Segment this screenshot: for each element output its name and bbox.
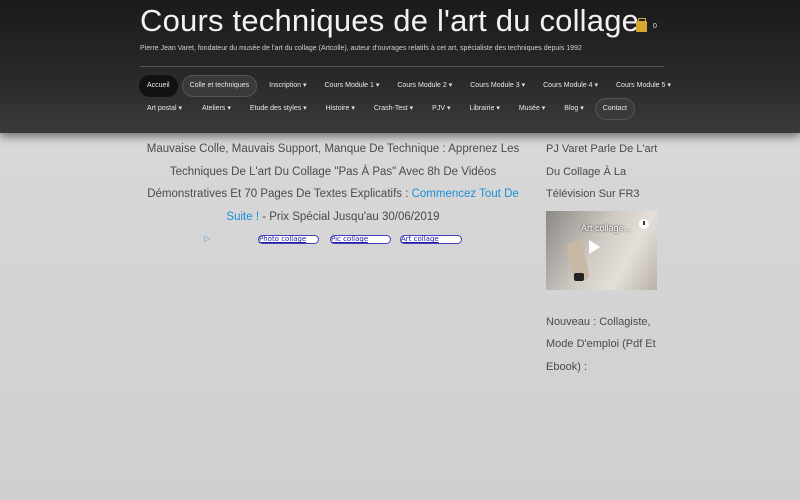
nav-item-accueil[interactable]: Accueil	[139, 75, 178, 97]
nav-item-musee[interactable]: Musée ▾	[511, 98, 553, 120]
watch-later-icon[interactable]	[639, 218, 649, 229]
ad-link-photo-collage[interactable]: Photo collage	[258, 235, 319, 244]
nav-row-1: Accueil Colle et techniques Inscription …	[139, 75, 671, 97]
nav-item-contact[interactable]: Contact	[594, 98, 635, 120]
ad-link-art-collage[interactable]: Art collage	[400, 235, 462, 244]
promo-suffix: - Prix Spécial Jusqu'au 30/06/2019	[259, 210, 440, 223]
play-icon[interactable]	[589, 239, 600, 254]
main-nav: Accueil Colle et techniques Inscription …	[139, 75, 671, 121]
cart[interactable]: 0	[636, 18, 657, 32]
nav-item-colle-techniques[interactable]: Colle et techniques	[181, 75, 258, 97]
sidebar-video-title: PJ Varet Parle De L'art Du Collage À La …	[546, 143, 658, 200]
video-embed[interactable]: Art collage...	[546, 210, 657, 290]
nav-item-histoire[interactable]: Histoire ▾	[318, 98, 363, 120]
cart-count: 0	[653, 23, 657, 30]
ad-bar: ▷ Photo collage Pic collage Art collage	[140, 234, 526, 248]
site-title[interactable]: Cours techniques de l'art du collage	[140, 3, 639, 39]
nav-row-2: Art postal ▾ Ateliers ▾ Etude des styles…	[139, 98, 669, 120]
site-header: Cours techniques de l'art du collage Pie…	[0, 0, 800, 133]
nav-item-etude-styles[interactable]: Etude des styles ▾	[242, 98, 315, 120]
nav-item-module-4[interactable]: Cours Module 4 ▾	[535, 75, 606, 97]
video-title[interactable]: Art collage...	[581, 223, 631, 233]
nav-item-module-3[interactable]: Cours Module 3 ▾	[462, 75, 533, 97]
nav-item-module-1[interactable]: Cours Module 1 ▾	[317, 75, 388, 97]
nav-item-module-5[interactable]: Cours Module 5 ▾	[608, 75, 679, 97]
site-subtitle: Pierre Jean Varet, fondateur du musée de…	[140, 45, 582, 52]
cart-icon[interactable]	[636, 18, 647, 32]
sidebar: PJ Varet Parle De L'art Du Collage À La …	[546, 138, 661, 378]
nav-item-inscription[interactable]: Inscription ▾	[261, 75, 314, 97]
nav-item-librairie[interactable]: Librairie ▾	[461, 98, 507, 120]
sidebar-book-title: Nouveau : Collagiste, Mode D'emploi (Pdf…	[546, 315, 656, 373]
main-content: Mauvaise Colle, Mauvais Support, Manque …	[140, 138, 526, 248]
promo-text: Mauvaise Colle, Mauvais Support, Manque …	[140, 138, 526, 228]
ad-link-pic-collage[interactable]: Pic collage	[330, 235, 391, 244]
nav-item-module-2[interactable]: Cours Module 2 ▾	[389, 75, 460, 97]
nav-item-blog[interactable]: Blog ▾	[556, 98, 591, 120]
video-thumbnail-watch	[574, 272, 584, 281]
nav-item-art-postal[interactable]: Art postal ▾	[139, 98, 190, 120]
nav-item-crash-test[interactable]: Crash-Test ▾	[366, 98, 421, 120]
adchoices-icon[interactable]: ▷	[204, 234, 210, 243]
header-divider	[140, 66, 664, 67]
nav-item-pjv[interactable]: PJV ▾	[424, 98, 458, 120]
nav-item-ateliers[interactable]: Ateliers ▾	[194, 98, 239, 120]
